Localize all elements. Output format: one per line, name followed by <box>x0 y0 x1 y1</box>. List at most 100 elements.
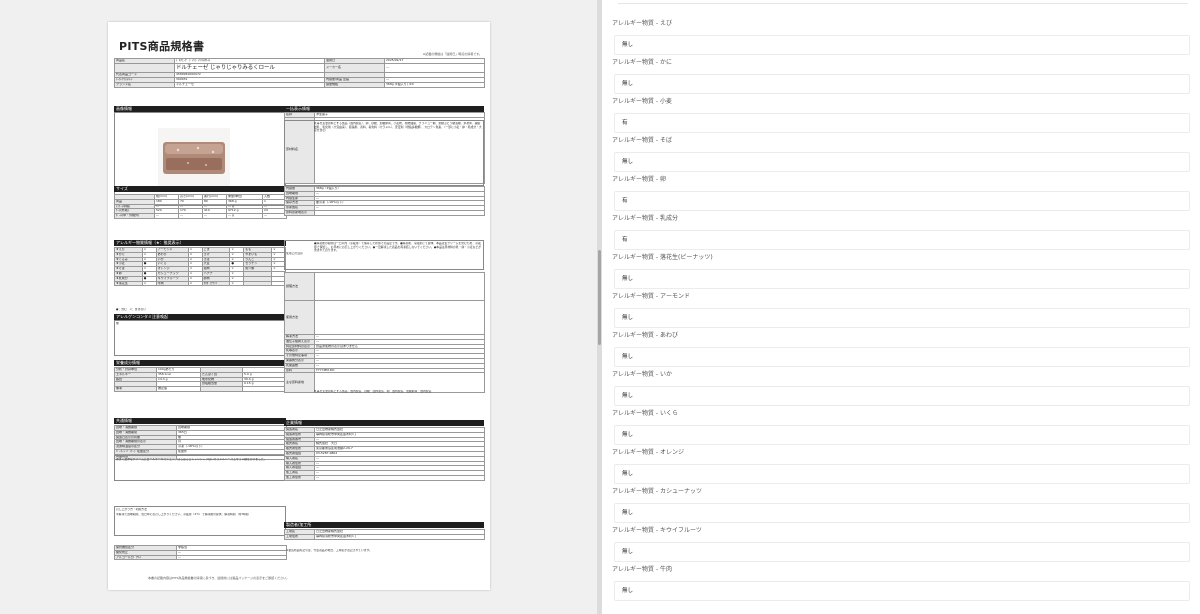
table-cell: ﾎﾞｰﾙ(中・外箱外) <box>114 213 155 219</box>
allergen-field-label: アレルギー物質 - 卵 <box>612 176 666 183</box>
table-cell: ﾏｶﾀﾞﾐｱﾅｯﾂ <box>201 280 231 287</box>
size-table: 幅(mm) 高さ(mm) 奥行(mm) 重量(単位) 入数 商品 180 70 80 368 g1… <box>114 194 287 219</box>
allergen-field-value[interactable]: 無し <box>614 152 1190 172</box>
note-box <box>114 506 286 536</box>
header-cell: ブランド名 <box>114 82 175 88</box>
ingredients-text: 乳等を主要原料とする食品（国内製造）、卵、砂糖、加糖卵黄、小麦粉、植物油脂、グラ… <box>314 122 482 133</box>
allergen-field-label: アレルギー物質 - オレンジ <box>612 449 684 456</box>
header-row: ドルチェーゼ じゃりじゃりみるくロール メーカー名 ― <box>114 63 485 73</box>
allergen-field-value[interactable]: 無し <box>614 35 1190 55</box>
header-row: ブランド名 ドルチェーゼ 容量規格 368g (1個入り) /24 <box>114 82 485 88</box>
allergen-field-label: アレルギー物質 - 乳成分 <box>612 215 678 222</box>
table-cell: 調理方法 <box>284 272 315 301</box>
allergen-field-label: アレルギー物質 - あわび <box>612 332 678 339</box>
allergen-field-label: アレルギー物質 - かに <box>612 59 672 66</box>
table-cell: ★落花生 <box>114 280 143 287</box>
table-cell: 遺伝子組換え表示 <box>284 338 315 345</box>
allergen-field-value[interactable]: 無し <box>614 308 1190 328</box>
header-cell: 368g (1個入り) /24 <box>384 82 485 88</box>
table-cell <box>314 300 485 335</box>
table-cell: 特定原材料の表示 <box>284 343 315 350</box>
table-cell: × <box>229 280 245 287</box>
table-cell: 推定値 <box>156 386 201 392</box>
allergen-field-value[interactable]: 無し <box>614 386 1190 406</box>
header-cell: ドルチェーゼ <box>174 82 325 88</box>
allergen-field-value[interactable]: 無し <box>614 74 1190 94</box>
contam-text: 無 <box>116 322 119 325</box>
document-footer: 本書の記載内容はPITS商品規格書の情報に基づき、最終的には製品パッケージの表示… <box>148 576 290 580</box>
document-header-note: ※記載の規格は「適用日」時点の情報です。 <box>422 52 482 56</box>
table-cell: 牛肉 <box>155 280 189 287</box>
section-shared: 共通情報 <box>114 418 286 424</box>
allergen-field-value[interactable]: 無し <box>614 464 1190 484</box>
table-row: ★落花生 × 牛肉 × ﾏｶﾀﾞﾐｱﾅｯﾂ × <box>114 280 286 287</box>
nutrition-table: 分析・計算単位 100gあたり エネルギー 356 kcal たんぱく質 5.9 g 脂質 1… <box>114 367 287 392</box>
allergen-form-panel: アレルギー物質 - えび 無し アレルギー物質 - かに 無し アレルギー物質 - 小麦… <box>602 0 1200 614</box>
shared-bottom-table: 保管推奨区分 非該当 酸化防止 ― アルコール分（%） ― <box>114 545 287 561</box>
allergen-field-label: アレルギー物質 - そば <box>612 137 672 144</box>
form-top-divider <box>618 0 1188 4</box>
document-page: PITS商品規格書 ※記載の規格は「適用日」時点の情報です。 商品名 ﾄﾞﾙﾁｪｰ… <box>108 22 490 590</box>
scrollbar-thumb[interactable] <box>598 250 601 345</box>
document-viewer[interactable]: PITS商品規格書 ※記載の規格は「適用日」時点の情報です。 商品名 ﾄﾞﾙﾁｪｰ… <box>0 0 600 614</box>
allergen-field-value[interactable]: 有 <box>614 230 1190 250</box>
table-cell: 主な原料産地 <box>284 372 315 394</box>
allergen-table: ★えび × アーモンド × ごま × もも × ★かに × あわび × さけ × やまいも × ★くるみ × いか ×… <box>114 247 286 287</box>
maker-note: ※製造所固有記号は、代表商品の場合、工場名が表記されています。 <box>286 549 372 552</box>
table-row: 加工者住所 ― <box>284 474 485 481</box>
allergen-field-value[interactable]: 有 <box>614 113 1190 133</box>
document-title: PITS商品規格書 <box>119 40 205 53</box>
origin-text: 乳等を主要原料とする食品：国内製造、砂糖：国内製造、卵：国内製造、加糖卵黄：国内… <box>314 390 432 393</box>
table-cell: ― <box>262 213 287 219</box>
section-maker: 製造者/加工所 <box>284 522 484 528</box>
table-row: ﾎﾞｰﾙ(中・外箱外) ― ― ― ― g ― <box>114 213 287 219</box>
maker-table: 工場名 日之出物産株式会社 工場住所 静岡県浜松市中央区苗木町1丁 <box>284 529 485 540</box>
allergen-field-value[interactable]: 無し <box>614 347 1190 367</box>
allergen-field-label: アレルギー物質 - えび <box>612 20 672 27</box>
allergen-field-label: アレルギー物質 - アーモンド <box>612 293 690 300</box>
allergen-field-label: アレルギー物質 - いか <box>612 371 672 378</box>
allergen-field-label: アレルギー物質 - 小麦 <box>612 98 672 105</box>
table-cell: 加工者住所 <box>284 474 315 481</box>
section-allergen: アレルギー物質情報（★：推奨表示） <box>114 240 286 246</box>
allergen-legend: ●：含む ×：含まない <box>116 308 146 311</box>
section-nutrition: 栄養成分情報 <box>114 360 286 366</box>
table-row: 備考 推定値 <box>114 386 287 392</box>
table-cell: × <box>141 280 157 287</box>
table-row: 使用方法 <box>284 300 485 335</box>
product-photo <box>158 128 230 188</box>
table-row: アルコール分（%） ― <box>114 554 287 561</box>
table-cell: ― <box>154 213 179 219</box>
shared-feature: あまく濃厚なクリームとロールケーキでシュッ、ほろほろとシャリシャリ甘いカラメルソ… <box>116 458 267 461</box>
table-cell: ― <box>314 474 485 481</box>
allergen-field-value[interactable]: 無し <box>614 581 1190 601</box>
allergen-field-label: アレルギー物質 - いくら <box>612 410 678 417</box>
table-cell: ― g <box>226 213 263 219</box>
caution-text: ●解凍後の提供は一日以内（冷蔵庫）で保存した状態での設定です。●解凍後、冷蔵庫に… <box>314 242 482 253</box>
table-row: 調理方法 <box>284 272 485 301</box>
app-window: PITS商品規格書 ※記載の規格は「適用日」時点の情報です。 商品名 ﾄﾞﾙﾁｪｰ… <box>0 0 1200 614</box>
allergen-field-label: アレルギー物質 - キウイフルーツ <box>612 527 702 534</box>
allergen-field-value[interactable]: 有 <box>614 191 1190 211</box>
caution-label: 使用上の注意 <box>286 252 303 255</box>
table-row: 原料原産地表示 <box>284 210 485 216</box>
table-cell <box>314 210 485 216</box>
allergen-field-label: アレルギー物質 - 牛肉 <box>612 566 672 573</box>
table-cell <box>314 272 485 301</box>
table-cell: 静岡県浜松市中央区苗木町1丁 <box>314 533 485 540</box>
shared-note: 半解凍で賞味期限、当日中にお召し上がりください。冷蔵庫（4℃）で解凍後の提供：解… <box>116 513 249 516</box>
table-cell: 原料原産地表示 <box>284 210 315 216</box>
header-cell: メーカー名 <box>324 63 385 73</box>
general-table-3: 調理方法 使用方法 解凍方法 ― 遺伝子組換え表示 ― 特定原材料の表示 食品添加物の表示はあ… <box>284 272 485 394</box>
allergen-field-value[interactable]: 無し <box>614 542 1190 562</box>
table-cell: アルコール分（%） <box>114 554 177 561</box>
table-cell <box>200 386 243 392</box>
table-cell: ― <box>176 554 287 561</box>
table-cell: ― <box>202 213 227 219</box>
allergen-field-value[interactable]: 無し <box>614 269 1190 289</box>
table-cell: × <box>187 280 203 287</box>
table-cell: ― <box>178 213 203 219</box>
allergen-field-value[interactable]: 無し <box>614 425 1190 445</box>
allergen-field-value[interactable]: 無し <box>614 503 1190 523</box>
table-cell <box>242 386 287 392</box>
